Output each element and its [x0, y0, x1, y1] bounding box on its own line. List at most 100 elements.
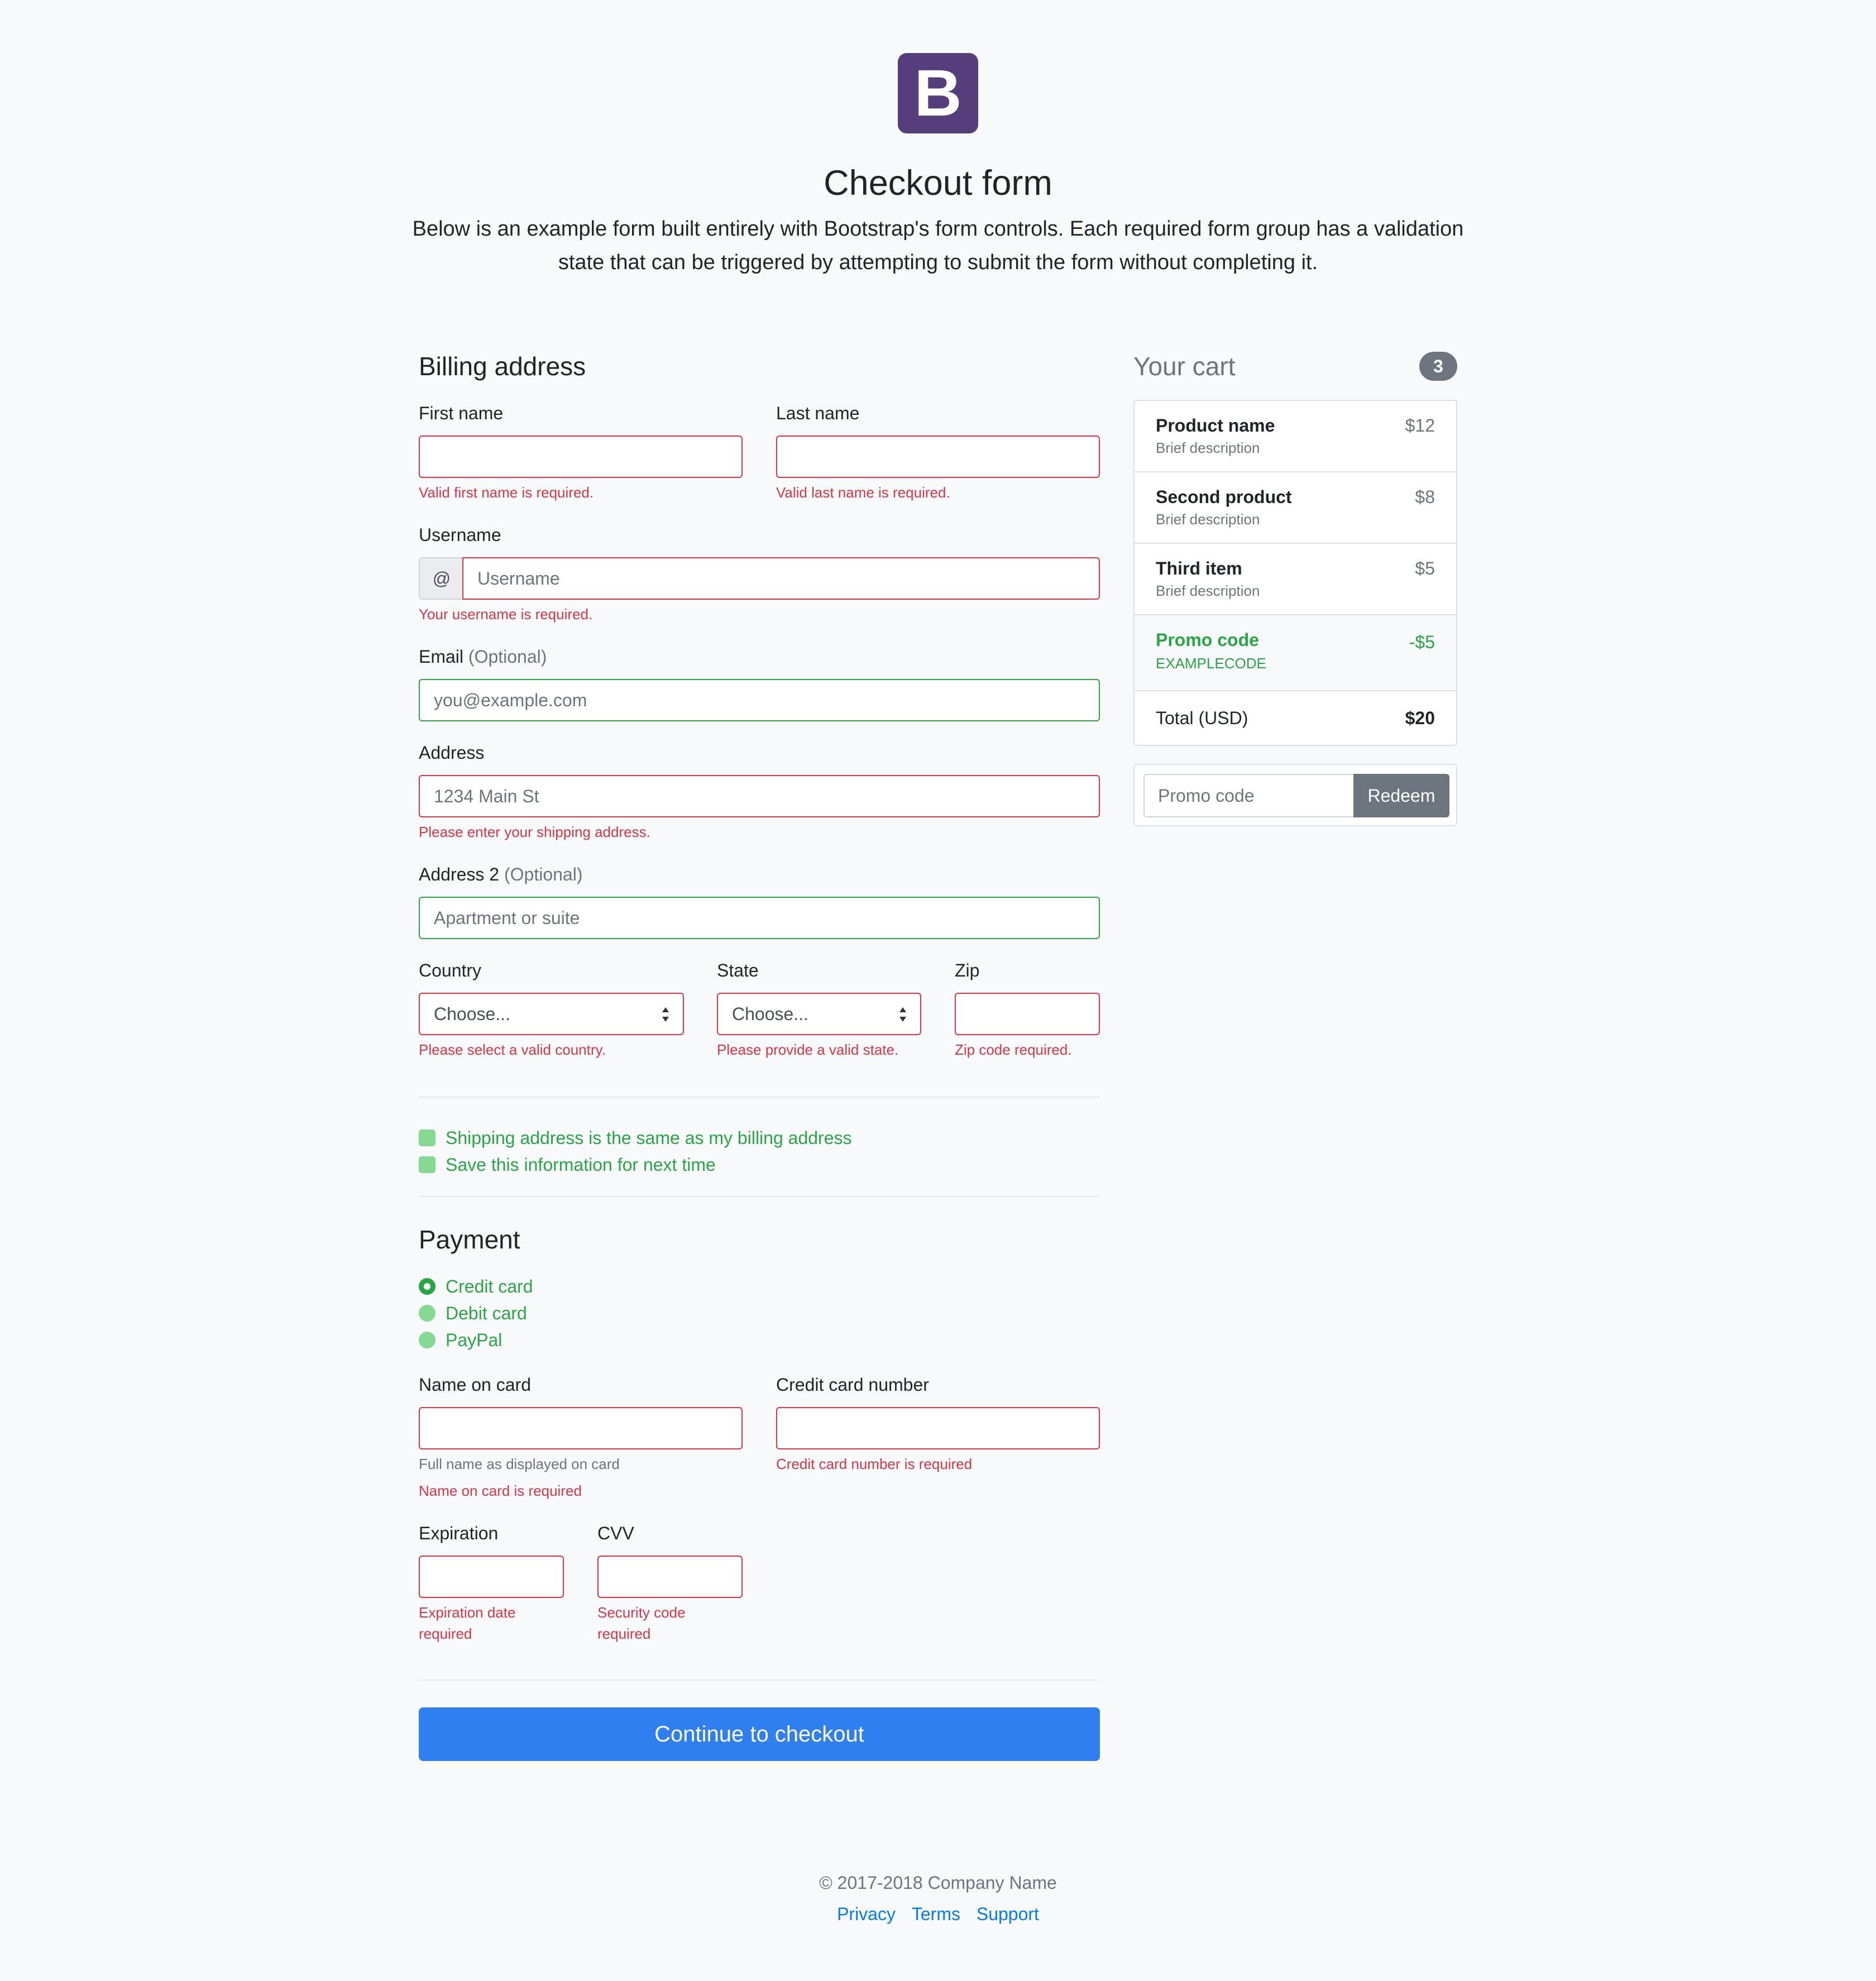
- state-select[interactable]: Choose...: [717, 993, 921, 1035]
- cart-item-desc: Brief description: [1156, 582, 1260, 599]
- username-placeholder: Username: [477, 568, 560, 588]
- total-value: $20: [1405, 708, 1435, 728]
- save-info-label: Save this information for next time: [446, 1155, 716, 1175]
- at-sign-addon: @: [419, 557, 463, 600]
- cvv-input[interactable]: [597, 1556, 743, 1598]
- promo-form: Promo code Redeem: [1133, 764, 1457, 826]
- expiration-error-line: Expiration date: [419, 1604, 516, 1621]
- last-name-error: Valid last name is required.: [776, 484, 950, 501]
- same-address-checkbox[interactable]: Shipping address is the same as my billi…: [419, 1126, 851, 1150]
- cvv-error-line: required: [597, 1625, 651, 1642]
- cart-heading: Your cart: [1133, 352, 1236, 381]
- footer-link-terms[interactable]: Terms: [912, 1904, 960, 1924]
- promo-name: Promo code: [1156, 630, 1259, 650]
- payment-option-debit[interactable]: Debit card: [419, 1301, 527, 1326]
- payment-option-label: PayPal: [446, 1330, 502, 1350]
- email-label-text: Email: [419, 647, 464, 667]
- address-error: Please enter your shipping address.: [419, 824, 650, 840]
- country-select[interactable]: Choose...: [419, 993, 684, 1035]
- billing-heading: Billing address: [419, 352, 586, 381]
- expiration-label: Expiration: [419, 1523, 499, 1543]
- zip-input[interactable]: [955, 993, 1100, 1035]
- zip-label: Zip: [955, 960, 980, 980]
- address-label: Address: [419, 743, 485, 763]
- checkbox-indicator[interactable]: [419, 1156, 436, 1173]
- address2-label: Address 2 (Optional): [419, 862, 582, 887]
- cart-item-desc: Brief description: [1156, 511, 1260, 528]
- divider: [419, 1097, 1100, 1098]
- card-number-input[interactable]: [776, 1407, 1100, 1449]
- email-label: Email (Optional): [419, 644, 547, 669]
- divider: [419, 1196, 1100, 1197]
- payment-option-credit[interactable]: Credit card: [419, 1274, 533, 1299]
- save-info-checkbox[interactable]: Save this information for next time: [419, 1152, 716, 1177]
- cart-item-desc: Brief description: [1156, 439, 1260, 456]
- cart-item-name: Product name: [1156, 415, 1275, 436]
- address-input[interactable]: 1234 Main St: [419, 775, 1100, 817]
- username-input[interactable]: Username: [462, 557, 1100, 600]
- address2-label-text: Address 2: [419, 864, 500, 884]
- zip-error: Zip code required.: [955, 1041, 1072, 1058]
- page-title: Checkout form: [824, 164, 1052, 203]
- radio-indicator[interactable]: [419, 1278, 436, 1295]
- cart-item-name: Third item: [1156, 558, 1242, 578]
- country-select-value: Choose...: [434, 1003, 510, 1024]
- card-name-label: Name on card: [419, 1375, 531, 1395]
- country-error: Please select a valid country.: [419, 1041, 606, 1058]
- last-name-input[interactable]: [776, 436, 1100, 478]
- state-label: State: [717, 960, 759, 980]
- cart-total: Total (USD) $20: [1135, 691, 1456, 745]
- cart-item-name: Second product: [1156, 487, 1292, 507]
- page-lead: Below is an example form built entirely …: [412, 217, 1464, 274]
- first-name-input[interactable]: [419, 436, 743, 478]
- state-select-value: Choose...: [732, 1003, 808, 1024]
- card-name-input[interactable]: [419, 1407, 743, 1449]
- state-error: Please provide a valid state.: [717, 1041, 899, 1058]
- footer-link-support[interactable]: Support: [977, 1904, 1039, 1924]
- first-name-error: Valid first name is required.: [419, 484, 594, 501]
- email-input[interactable]: you@example.com: [419, 679, 1100, 721]
- radio-indicator[interactable]: [419, 1332, 436, 1348]
- cart-item: Third item Brief description $5: [1135, 544, 1456, 615]
- country-label: Country: [419, 960, 482, 980]
- payment-option-label: Credit card: [446, 1276, 533, 1296]
- username-label: Username: [419, 525, 501, 545]
- address2-optional-text: (Optional): [504, 864, 583, 884]
- cart-item-price: $5: [1415, 558, 1435, 578]
- email-placeholder: you@example.com: [434, 690, 587, 710]
- total-label: Total (USD): [1156, 708, 1248, 728]
- continue-to-checkout-button[interactable]: Continue to checkout: [419, 1707, 1100, 1761]
- payment-heading: Payment: [419, 1225, 520, 1254]
- divider: [419, 1679, 1100, 1681]
- promo-code: EXAMPLECODE: [1156, 655, 1266, 672]
- card-name-help: Full name as displayed on card: [419, 1456, 620, 1472]
- cart-count-badge: 3: [1419, 352, 1457, 381]
- card-name-error: Name on card is required: [419, 1482, 582, 1499]
- footer-link-privacy[interactable]: Privacy: [837, 1904, 896, 1924]
- redeem-button[interactable]: Redeem: [1353, 774, 1449, 817]
- last-name-label: Last name: [776, 403, 860, 423]
- promo-code-input[interactable]: Promo code: [1143, 774, 1353, 817]
- expiration-error: Expiration date required: [419, 1602, 515, 1644]
- address2-input[interactable]: Apartment or suite: [419, 897, 1100, 939]
- username-error: Your username is required.: [419, 606, 593, 623]
- cart-item-price: $12: [1405, 415, 1435, 436]
- radio-indicator[interactable]: [419, 1305, 436, 1322]
- cvv-error-line: Security code: [597, 1604, 686, 1621]
- first-name-label: First name: [419, 403, 504, 423]
- cvv-error: Security code required: [597, 1602, 686, 1644]
- promo-amount: -$5: [1409, 632, 1435, 652]
- card-number-error: Credit card number is required: [776, 1456, 973, 1472]
- select-caret-icon: [662, 1007, 669, 1022]
- cart-item-price: $8: [1415, 487, 1435, 507]
- promo-code-placeholder: Promo code: [1158, 785, 1255, 806]
- footer-copyright: © 2017-2018 Company Name: [819, 1873, 1057, 1893]
- expiration-input[interactable]: [419, 1556, 564, 1598]
- cvv-label: CVV: [597, 1523, 634, 1543]
- bootstrap-logo: B: [898, 53, 978, 133]
- cart-list: Product name Brief description $12 Secon…: [1133, 400, 1457, 746]
- checkbox-indicator[interactable]: [419, 1130, 436, 1146]
- payment-option-paypal[interactable]: PayPal: [419, 1328, 502, 1352]
- expiration-error-line: required: [419, 1625, 472, 1642]
- select-caret-icon: [899, 1007, 906, 1022]
